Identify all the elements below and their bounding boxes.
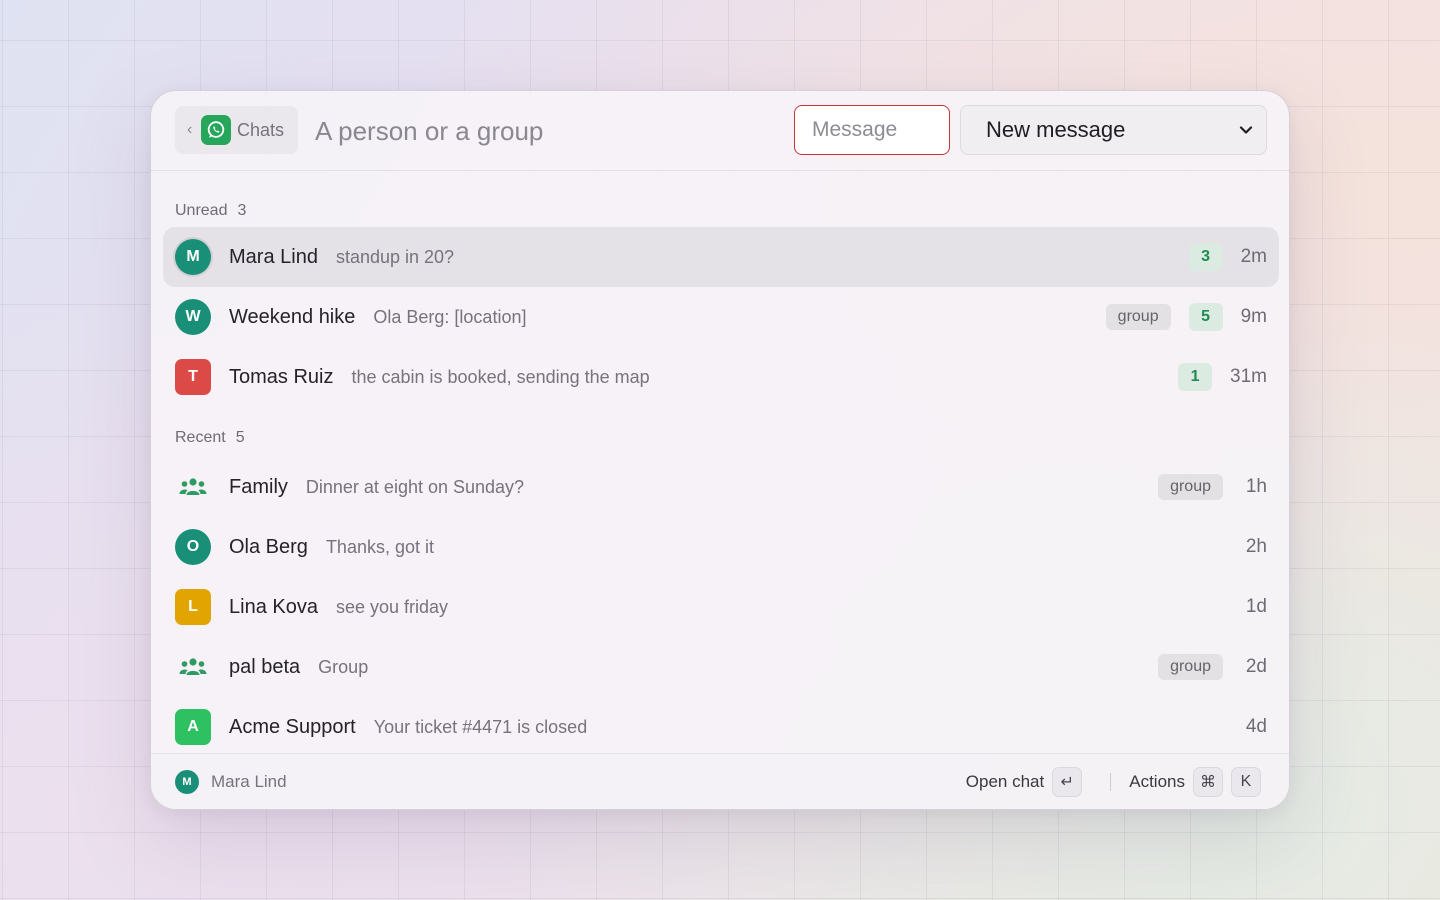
message-input[interactable] [794, 105, 950, 155]
header: ‹ Chats New message [151, 91, 1289, 171]
row-meta: group 5 9m [1105, 287, 1267, 347]
avatar: A [175, 709, 211, 745]
chat-name: Mara Lind [229, 245, 318, 268]
section-label: Unread [175, 202, 228, 219]
section-count: 3 [237, 202, 247, 219]
open-chat-action[interactable]: Open chat [966, 772, 1044, 792]
chat-switcher-panel: ‹ Chats New message Unread 3 M Mara Lind st… [150, 90, 1290, 810]
timestamp: 4d [1245, 716, 1267, 737]
timestamp: 1d [1245, 596, 1267, 617]
message-preview: see you friday [335, 596, 449, 617]
message-preview: Ola Berg: [location] [373, 306, 527, 327]
message-preview: the cabin is booked, sending the map [351, 366, 650, 387]
search-input[interactable] [315, 113, 765, 149]
back-label: Chats [237, 119, 285, 140]
k-key-hint: K [1231, 767, 1261, 797]
row-meta: group 1h [1158, 457, 1267, 517]
chat-row[interactable]: L Lina Kova see you friday 1d [163, 577, 1279, 637]
chat-list: Unread 3 M Mara Lind standup in 20? 3 2m W Week… [163, 171, 1279, 757]
message-preview: Dinner at eight on Sunday? [305, 476, 525, 497]
chat-row[interactable]: T Tomas Ruiz the cabin is booked, sending … [163, 347, 1279, 407]
message-preview: Your ticket #4471 is closed [373, 716, 588, 737]
timestamp: 31m [1230, 366, 1267, 387]
group-tag: group [1158, 474, 1223, 500]
group-icon [175, 649, 211, 685]
timestamp: 1h [1245, 476, 1267, 497]
unread-badge: 1 [1178, 363, 1213, 391]
chat-name: Lina Kova [229, 595, 318, 618]
timestamp: 2d [1245, 656, 1267, 677]
chat-row[interactable]: Family Dinner at eight on Sunday? group 1h [163, 457, 1279, 517]
avatar: M [175, 239, 211, 275]
group-icon [175, 469, 211, 505]
row-meta: 2h [1241, 517, 1267, 577]
timestamp: 2m [1240, 246, 1267, 267]
chat-name: Ola Berg [229, 535, 308, 558]
row-meta: 1d [1241, 577, 1267, 637]
section-header-recent: Recent 5 [163, 407, 1279, 457]
avatar: T [175, 359, 211, 395]
chevron-down-icon [1239, 126, 1253, 134]
section-count: 5 [235, 429, 245, 446]
row-meta: 3 2m [1188, 227, 1267, 287]
unread-badge: 5 [1188, 303, 1223, 331]
chat-name: Acme Support [229, 715, 356, 738]
current-user: M Mara Lind [175, 770, 287, 794]
avatar: L [175, 589, 211, 625]
action-dropdown[interactable]: New message [960, 105, 1267, 155]
chat-name: pal beta [229, 655, 301, 678]
avatar: W [175, 299, 211, 335]
dropdown-value: New message [986, 117, 1126, 142]
enter-key-hint: ↵ [1052, 767, 1083, 797]
back-button[interactable]: ‹ Chats [175, 106, 298, 154]
message-preview: standup in 20? [335, 246, 455, 267]
chat-row[interactable]: M Mara Lind standup in 20? 3 2m [163, 227, 1279, 287]
row-meta: 1 31m [1178, 347, 1267, 407]
command-key-hint: ⌘ [1193, 767, 1223, 797]
group-tag: group [1158, 654, 1223, 680]
timestamp: 2h [1245, 536, 1267, 557]
actions-menu-button[interactable]: Actions [1129, 772, 1185, 792]
unread-badge: 3 [1188, 243, 1223, 271]
footer-bar: M Mara Lind Open chat ↵ Actions ⌘ K [151, 753, 1289, 809]
timestamp: 9m [1240, 306, 1267, 327]
whatsapp-icon [201, 115, 231, 145]
chat-row[interactable]: O Ola Berg Thanks, got it 2h [163, 517, 1279, 577]
chat-name: Weekend hike [229, 305, 356, 328]
user-name: Mara Lind [211, 772, 287, 791]
footer-actions: Open chat ↵ Actions ⌘ K [966, 766, 1261, 798]
chat-name: Family [229, 475, 288, 498]
chat-row[interactable]: W Weekend hike Ola Berg: [location] group 5 9… [163, 287, 1279, 347]
avatar: O [175, 529, 211, 565]
message-preview: Thanks, got it [325, 536, 434, 557]
group-tag: group [1105, 304, 1171, 330]
chat-row[interactable]: A Acme Support Your ticket #4471 is closed… [163, 697, 1279, 757]
message-preview: Group [318, 656, 369, 677]
chat-row[interactable]: pal beta Group group 2d [163, 637, 1279, 697]
section-header-unread: Unread 3 [163, 171, 1279, 227]
divider [1110, 773, 1112, 791]
chevron-left-icon: ‹ [187, 121, 193, 138]
chat-name: Tomas Ruiz [229, 365, 334, 388]
row-meta: 4d [1241, 697, 1267, 757]
section-label: Recent [175, 429, 226, 446]
row-meta: group 2d [1158, 637, 1267, 697]
avatar: M [175, 770, 199, 794]
